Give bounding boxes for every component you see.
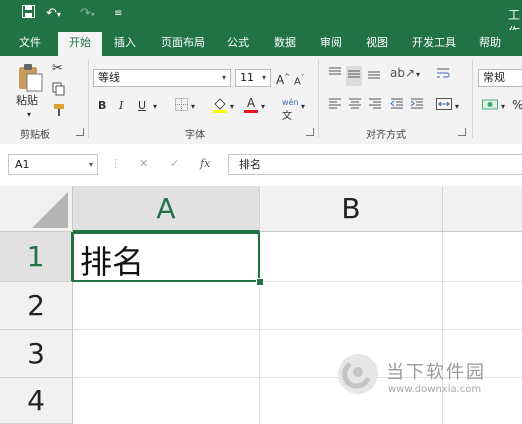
insert-function-icon[interactable]: fx bbox=[200, 157, 210, 170]
font-color-bar bbox=[244, 110, 258, 113]
number-format-select[interactable]: 常规 bbox=[478, 69, 522, 87]
redo-icon[interactable]: ↷▾ bbox=[80, 5, 95, 24]
increase-indent-icon[interactable] bbox=[410, 98, 424, 114]
tab-page-layout[interactable]: 页面布局 bbox=[152, 30, 214, 56]
phonetic-guide-icon[interactable]: wén 文 bbox=[282, 96, 299, 124]
column-header-a[interactable]: A bbox=[73, 186, 260, 232]
watermark-logo-icon bbox=[338, 354, 378, 394]
watermark-url: www.downxia.com bbox=[388, 384, 482, 395]
paste-label[interactable]: 粘贴 bbox=[16, 94, 38, 108]
tab-file[interactable]: 文件 bbox=[8, 30, 52, 56]
alignment-group-label: 对齐方式 bbox=[366, 130, 406, 141]
chevron-down-icon: ▾ bbox=[88, 160, 93, 169]
paste-icon[interactable] bbox=[16, 62, 44, 96]
grow-font-icon[interactable]: A^ bbox=[276, 70, 290, 87]
number-format-value: 常规 bbox=[483, 71, 505, 84]
fill-color-icon[interactable] bbox=[212, 96, 228, 118]
tab-insert[interactable]: 插入 bbox=[104, 30, 146, 56]
row-header-4[interactable]: 4 bbox=[0, 378, 73, 424]
merge-dropdown-icon[interactable]: ▾ bbox=[455, 100, 459, 114]
tab-help[interactable]: 帮助 bbox=[470, 30, 510, 56]
cancel-icon[interactable]: ✕ bbox=[139, 157, 148, 170]
watermark-text: 当下软件园 bbox=[386, 362, 486, 383]
clipboard-group-label: 剪贴板 bbox=[20, 130, 50, 141]
font-name-select[interactable]: 等线 ▾ bbox=[93, 69, 231, 87]
row-header-1[interactable]: 1 bbox=[0, 232, 73, 282]
worksheet-grid: A B 1 2 3 4 排名 当下软件园 www.downxia.com bbox=[0, 186, 522, 424]
orientation-icon[interactable]: ab↗ bbox=[390, 66, 415, 80]
ribbon-tabs: 文件 开始 插入 页面布局 公式 数据 审阅 视图 开发工具 帮助 bbox=[0, 30, 522, 56]
merge-center-icon[interactable] bbox=[436, 98, 452, 114]
ribbon: 粘贴 ▾ ✂ 剪贴板 等线 ▾ 11 ▾ A^ Aˇ B I U ▾ ▾ ▾ A… bbox=[0, 56, 522, 145]
title-bar: ↶▾ ↷▾ ≡ 工作 bbox=[0, 0, 522, 39]
clipboard-launcher-icon[interactable] bbox=[76, 128, 84, 136]
font-name-value: 等线 bbox=[98, 71, 120, 84]
cut-icon[interactable]: ✂ bbox=[52, 62, 63, 76]
tab-review[interactable]: 审阅 bbox=[310, 30, 352, 56]
accounting-format-icon[interactable] bbox=[482, 98, 498, 114]
decrease-indent-icon[interactable] bbox=[390, 98, 404, 114]
align-middle-icon[interactable] bbox=[346, 66, 362, 86]
active-cell-border bbox=[72, 232, 260, 282]
orientation-dropdown-icon[interactable]: ▾ bbox=[416, 68, 420, 82]
formula-bar: A1 ▾ ⋮ ✕ ✓ fx 排名 bbox=[0, 144, 522, 186]
group-divider bbox=[88, 60, 89, 138]
underline-button[interactable]: U bbox=[138, 99, 146, 113]
paste-dropdown-icon[interactable]: ▾ bbox=[27, 108, 31, 122]
italic-button[interactable]: I bbox=[119, 99, 123, 113]
font-size-select[interactable]: 11 ▾ bbox=[235, 69, 271, 87]
tab-developer[interactable]: 开发工具 bbox=[404, 30, 464, 56]
fill-color-dropdown-icon[interactable]: ▾ bbox=[230, 100, 234, 114]
phonetic-dropdown-icon[interactable]: ▾ bbox=[301, 100, 305, 114]
align-right-icon[interactable] bbox=[368, 98, 382, 114]
tab-formulas[interactable]: 公式 bbox=[218, 30, 258, 56]
watermark: 当下软件园 www.downxia.com bbox=[336, 352, 516, 404]
alignment-launcher-icon[interactable] bbox=[458, 128, 466, 136]
font-group-label: 字体 bbox=[185, 130, 205, 141]
font-size-value: 11 bbox=[240, 71, 254, 84]
gridline bbox=[73, 329, 522, 330]
column-header-c[interactable] bbox=[443, 186, 522, 232]
group-divider bbox=[472, 60, 473, 138]
formula-bar-grip-icon: ⋮ bbox=[110, 157, 121, 170]
chevron-down-icon: ▾ bbox=[221, 73, 226, 82]
column-header-b[interactable]: B bbox=[260, 186, 443, 232]
group-divider bbox=[318, 60, 319, 138]
tab-view[interactable]: 视图 bbox=[356, 30, 398, 56]
wrap-text-icon[interactable] bbox=[436, 66, 450, 84]
select-all-button[interactable] bbox=[0, 186, 73, 232]
row-header-3[interactable]: 3 bbox=[0, 330, 73, 378]
tab-home[interactable]: 开始 bbox=[58, 32, 102, 56]
font-color-dropdown-icon[interactable]: ▾ bbox=[261, 100, 265, 114]
bold-button[interactable]: B bbox=[98, 99, 106, 113]
align-left-icon[interactable] bbox=[328, 98, 342, 114]
format-painter-icon[interactable] bbox=[52, 103, 66, 121]
undo-icon[interactable]: ↶▾ bbox=[46, 5, 61, 24]
customize-toolbar-icon[interactable]: ≡ bbox=[114, 5, 122, 23]
accounting-dropdown-icon[interactable]: ▾ bbox=[501, 100, 505, 114]
fill-handle[interactable] bbox=[256, 278, 264, 286]
copy-icon[interactable] bbox=[52, 82, 66, 100]
shrink-font-icon[interactable]: Aˇ bbox=[294, 71, 304, 89]
borders-dropdown-icon[interactable]: ▾ bbox=[191, 100, 195, 114]
save-icon[interactable] bbox=[22, 5, 35, 24]
align-bottom-icon[interactable] bbox=[367, 66, 381, 84]
tab-data[interactable]: 数据 bbox=[264, 30, 306, 56]
name-box[interactable]: A1 ▾ bbox=[8, 154, 98, 175]
font-launcher-icon[interactable] bbox=[306, 128, 314, 136]
name-box-value: A1 bbox=[15, 158, 30, 171]
chevron-down-icon: ▾ bbox=[261, 73, 266, 82]
enter-icon[interactable]: ✓ bbox=[170, 157, 179, 170]
align-top-icon[interactable] bbox=[328, 66, 342, 84]
underline-dropdown-icon[interactable]: ▾ bbox=[153, 100, 157, 114]
percent-icon[interactable]: % bbox=[512, 98, 522, 112]
formula-input[interactable]: 排名 bbox=[228, 154, 522, 175]
font-color-icon[interactable]: A bbox=[244, 96, 258, 113]
borders-icon[interactable] bbox=[175, 98, 188, 115]
row-header-2[interactable]: 2 bbox=[0, 282, 73, 330]
align-center-icon[interactable] bbox=[348, 98, 362, 114]
fill-color-bar bbox=[213, 110, 227, 113]
